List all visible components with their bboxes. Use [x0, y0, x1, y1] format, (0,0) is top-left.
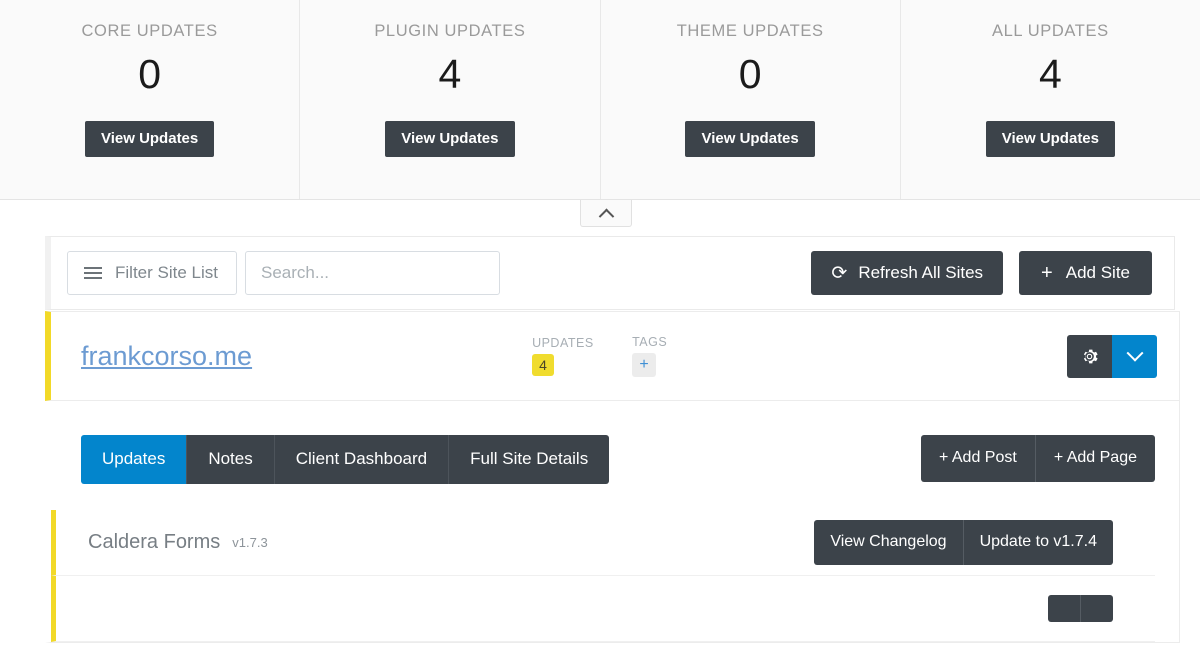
- site-settings-button[interactable]: [1067, 334, 1112, 378]
- stat-label: PLUGIN UPDATES: [374, 22, 526, 40]
- add-site-button[interactable]: + Add Site: [1019, 251, 1152, 295]
- view-changelog-button[interactable]: [1048, 595, 1081, 622]
- stat-label: CORE UPDATES: [81, 22, 218, 40]
- update-stats-strip: CORE UPDATES 0 View Updates PLUGIN UPDAT…: [0, 0, 1200, 200]
- update-plugin-button[interactable]: Update to v1.7.4: [963, 520, 1113, 565]
- filter-site-list-button[interactable]: Filter Site List: [67, 251, 237, 295]
- site-list-region: Filter Site List ⟳ Refresh All Sites + A…: [0, 236, 1200, 643]
- add-tag-button[interactable]: +: [632, 353, 657, 377]
- view-updates-button-theme[interactable]: View Updates: [685, 121, 815, 157]
- plugin-actions-group: View Changelog Update to v1.7.4: [814, 520, 1113, 565]
- view-updates-button-all[interactable]: View Updates: [985, 121, 1115, 157]
- plugin-actions-group: [1048, 595, 1113, 622]
- plugin-name: Caldera Forms: [88, 531, 221, 553]
- view-updates-button-plugin[interactable]: View Updates: [385, 121, 515, 157]
- updates-meta-label: UPDATES: [532, 336, 594, 350]
- search-input[interactable]: [244, 251, 500, 295]
- stat-value: 0: [138, 51, 162, 97]
- stat-card-all-updates: ALL UPDATES 4 View Updates: [900, 0, 1200, 199]
- collapse-toggle-row: [0, 200, 1200, 236]
- update-plugin-button[interactable]: [1081, 595, 1113, 622]
- plugin-update-list: Caldera Forms v1.7.3 View Changelog Upda…: [51, 510, 1155, 642]
- chevron-up-icon: [598, 208, 614, 224]
- stat-label: ALL UPDATES: [992, 22, 1109, 40]
- add-content-group: + Add Post + Add Page: [920, 435, 1155, 482]
- stat-card-core-updates: CORE UPDATES 0 View Updates: [0, 0, 301, 199]
- filter-site-list-label: Filter Site List: [115, 263, 218, 282]
- refresh-all-sites-button[interactable]: ⟳ Refresh All Sites: [811, 251, 1004, 295]
- plugin-version: v1.7.3: [232, 535, 268, 550]
- collapse-stats-button[interactable]: [580, 200, 632, 227]
- hamburger-icon: [84, 267, 102, 279]
- site-tab-row: Updates Notes Client Dashboard Full Site…: [81, 435, 1155, 484]
- stat-value: 0: [738, 51, 762, 97]
- refresh-all-sites-label: Refresh All Sites: [858, 263, 984, 282]
- site-tabs: Updates Notes Client Dashboard Full Site…: [81, 435, 610, 484]
- site-list-toolbar: Filter Site List ⟳ Refresh All Sites + A…: [45, 236, 1175, 310]
- plugin-row: [51, 576, 1155, 642]
- gear-icon: [1083, 349, 1098, 363]
- stat-card-theme-updates: THEME UPDATES 0 View Updates: [600, 0, 901, 199]
- tags-meta-label: TAGS: [632, 335, 668, 349]
- site-updates-meta: UPDATES 4: [532, 336, 632, 376]
- stat-label: THEME UPDATES: [676, 22, 824, 40]
- add-site-label: Add Site: [1065, 263, 1130, 282]
- stat-value: 4: [438, 51, 462, 97]
- site-row-header: frankcorso.me UPDATES 4 TAGS +: [45, 311, 1180, 401]
- updates-count-badge[interactable]: 4: [532, 354, 555, 376]
- plus-icon: +: [1041, 262, 1053, 284]
- stat-value: 4: [1038, 51, 1062, 97]
- plugin-row: Caldera Forms v1.7.3 View Changelog Upda…: [51, 510, 1155, 576]
- view-changelog-button[interactable]: View Changelog: [814, 520, 964, 565]
- site-expand-button[interactable]: [1112, 334, 1157, 378]
- add-page-button[interactable]: + Add Page: [1035, 435, 1155, 482]
- tab-full-site-details[interactable]: Full Site Details: [449, 435, 610, 484]
- site-tags-meta: TAGS +: [632, 335, 792, 377]
- tab-client-dashboard[interactable]: Client Dashboard: [274, 435, 450, 484]
- site-actions-group: [1067, 334, 1157, 378]
- tab-notes[interactable]: Notes: [187, 435, 275, 484]
- tab-updates[interactable]: Updates: [81, 435, 188, 484]
- add-post-button[interactable]: + Add Post: [920, 435, 1036, 482]
- site-details-panel: Updates Notes Client Dashboard Full Site…: [45, 401, 1180, 643]
- refresh-icon: ⟳: [831, 262, 848, 284]
- view-updates-button-core[interactable]: View Updates: [84, 121, 215, 157]
- chevron-down-icon: [1126, 344, 1143, 362]
- site-name-link[interactable]: frankcorso.me: [81, 341, 252, 372]
- stat-card-plugin-updates: PLUGIN UPDATES 4 View Updates: [300, 0, 601, 199]
